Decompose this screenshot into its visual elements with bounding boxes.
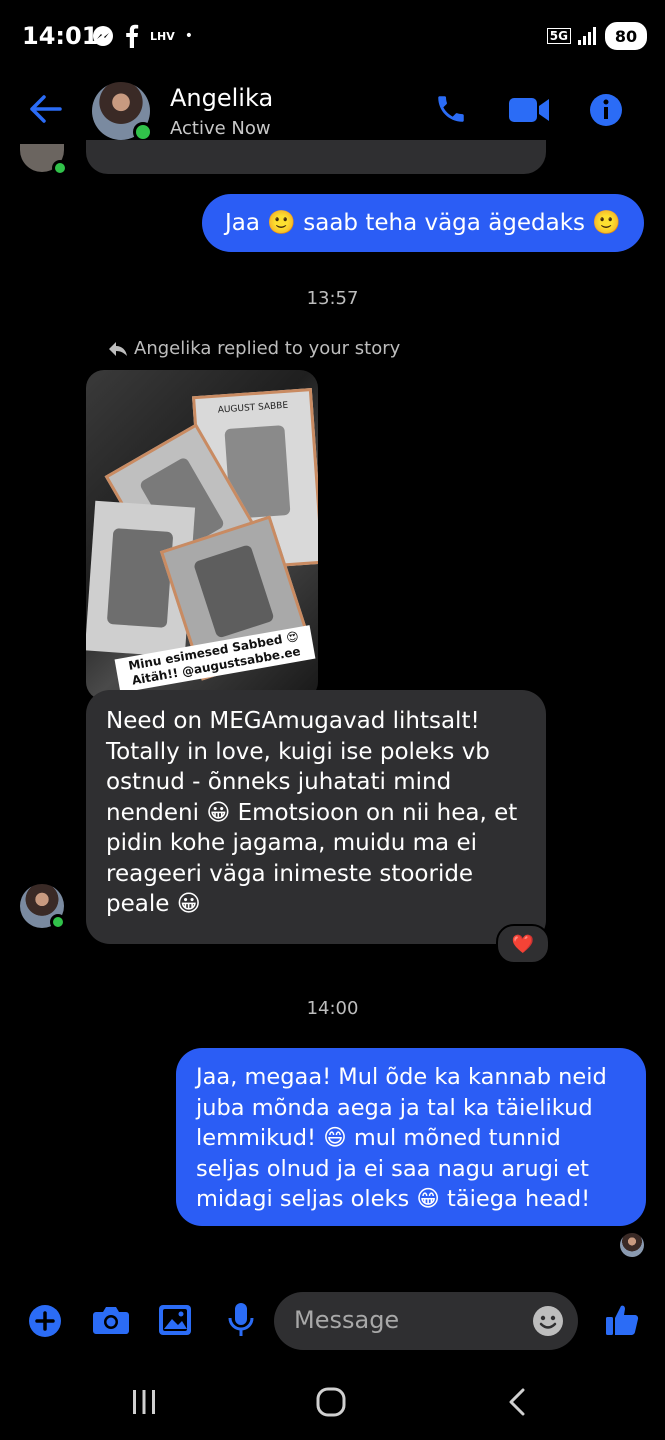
story-reply-label: Angelika replied to your story	[108, 338, 400, 359]
thumbs-up-icon[interactable]	[604, 1302, 640, 1338]
reaction-badge[interactable]: ❤️	[496, 924, 550, 964]
received-line: Totally in love, kuigi ise poleks vb	[106, 738, 490, 765]
received-line: nendeni 😀 Emotsioon on nii hea, et	[106, 799, 518, 826]
received-line: Need on MEGAmugavad lihtsalt!	[106, 708, 480, 734]
sent-message-bubble[interactable]: Jaa, megaa! Mul õde ka kannab neid juba …	[176, 1048, 646, 1226]
video-camera-icon[interactable]	[508, 96, 550, 124]
sent-line: seljas olnud ja ei saa nagu arugi et	[196, 1155, 589, 1182]
emoji-icon[interactable]	[532, 1305, 564, 1337]
info-icon[interactable]	[589, 93, 623, 127]
received-line: pidin kohe jagama, muidu ma ei	[106, 830, 477, 856]
story-reply-text: Angelika replied to your story	[134, 338, 401, 359]
status-bar: 14:01 LHV • 5G 80	[0, 0, 665, 76]
story-image[interactable]: AUGUST SABBE Minu esimesed Sabbed 😍 Aitä…	[86, 370, 318, 700]
sent-line: lemmikud! 😄 mul mõned tunnid	[196, 1125, 561, 1151]
recent-apps-icon[interactable]	[130, 1388, 158, 1416]
signal-icon	[578, 27, 596, 45]
received-line: peale 😀	[106, 891, 201, 917]
received-line: reageeri väga inimeste stooride	[106, 860, 474, 887]
status-time: 14:01	[22, 22, 99, 50]
gallery-icon[interactable]	[158, 1304, 192, 1336]
phone-icon[interactable]	[434, 92, 468, 126]
previous-online-indicator	[52, 160, 68, 176]
carrier-label: LHV	[150, 29, 175, 43]
back-arrow-icon[interactable]	[28, 94, 62, 124]
system-status: 5G 80	[546, 22, 647, 50]
sent-line: Jaa, megaa! Mul õde ka kannab neid	[196, 1064, 607, 1090]
heart-reaction: ❤️	[511, 933, 535, 955]
online-indicator	[133, 122, 153, 142]
contact-name[interactable]: Angelika	[170, 84, 273, 112]
seen-avatar	[620, 1233, 644, 1257]
system-nav-bar	[0, 1370, 665, 1440]
message-placeholder: Message	[294, 1306, 400, 1334]
sent-message-bubble[interactable]: Jaa 🙂 saab teha väga ägedaks 🙂	[202, 194, 644, 252]
sent-message-text: Jaa 🙂 saab teha väga ägedaks 🙂	[225, 209, 621, 236]
received-line: ostnud - õnneks juhatati mind	[106, 769, 452, 795]
microphone-icon[interactable]	[228, 1302, 254, 1338]
back-nav-icon[interactable]	[506, 1388, 528, 1416]
presence-status: Active Now	[170, 118, 271, 139]
reply-arrow-icon	[109, 341, 127, 356]
home-icon[interactable]	[316, 1387, 346, 1417]
facebook-icon	[126, 24, 139, 48]
messenger-icon	[93, 26, 113, 46]
story-brand-label: AUGUST SABBE	[217, 400, 289, 416]
battery-indicator: 80	[605, 22, 647, 50]
previous-message-bubble[interactable]	[86, 140, 546, 174]
timestamp: 14:00	[306, 998, 359, 1019]
notification-icons: LHV •	[92, 24, 193, 48]
received-message-bubble[interactable]: Need on MEGAmugavad lihtsalt! Totally in…	[86, 690, 546, 944]
sent-line: midagi seljas oleks 😁 täiega head!	[196, 1186, 591, 1212]
timestamp: 13:57	[306, 288, 359, 309]
plus-icon[interactable]	[28, 1304, 62, 1338]
camera-icon[interactable]	[92, 1304, 130, 1336]
dot-icon: •	[184, 28, 193, 44]
sent-line: juba mõnda aega ja tal ka täielikud	[196, 1094, 593, 1121]
network-label: 5G	[546, 28, 571, 44]
online-indicator	[50, 914, 66, 930]
